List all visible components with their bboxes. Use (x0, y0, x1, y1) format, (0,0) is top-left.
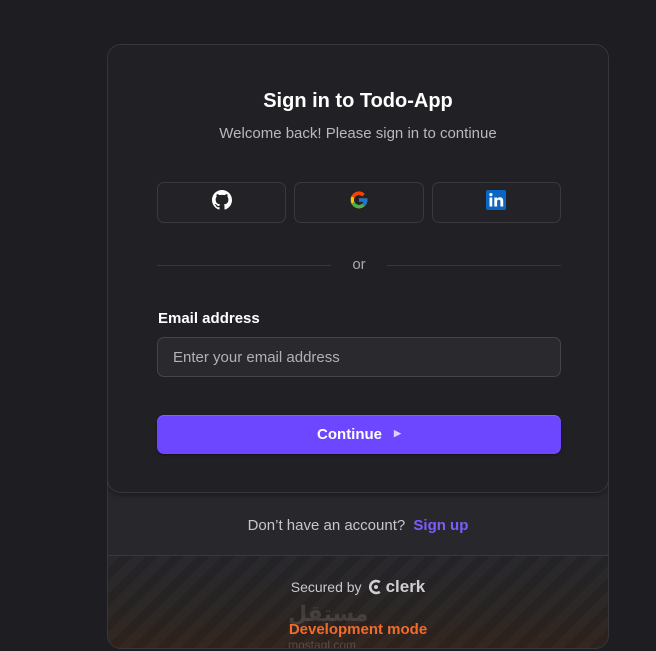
continue-label: Continue (317, 426, 383, 443)
clerk-logo[interactable]: clerk (368, 577, 426, 597)
divider-line-right (387, 265, 561, 266)
sign-in-panel: Sign in to Todo-App Welcome back! Please… (108, 45, 608, 493)
play-triangle-icon: ▶ (394, 428, 401, 438)
github-sign-in-button[interactable] (157, 182, 287, 223)
signup-row: Don’t have an account? Sign up (108, 517, 608, 534)
watermark-site: mostaql.com (288, 638, 357, 649)
page-title: Sign in to Todo-App (263, 90, 453, 112)
google-icon (349, 190, 369, 215)
dev-mode-badge: Development mode (288, 621, 428, 638)
clerk-icon (368, 579, 381, 595)
linkedin-icon (486, 190, 507, 215)
clerk-brand: clerk (385, 577, 426, 596)
google-sign-in-button[interactable] (294, 182, 424, 223)
signup-prompt: Don’t have an account? (247, 517, 406, 534)
footer: Secured by clerk مستقل Development mode … (108, 555, 608, 649)
github-icon (211, 190, 232, 215)
email-field[interactable] (157, 337, 561, 377)
email-label: Email address (158, 310, 260, 327)
secured-by: Secured by clerk (108, 577, 608, 597)
signup-link[interactable]: Sign up (413, 517, 468, 534)
linkedin-sign-in-button[interactable] (431, 182, 561, 223)
secured-by-label: Secured by (290, 579, 362, 595)
continue-button[interactable]: Continue ▶ (157, 415, 561, 454)
sign-in-card: Sign in to Todo-App Welcome back! Please… (107, 44, 609, 649)
social-login-row (157, 182, 561, 223)
or-divider: or (157, 256, 561, 274)
page-subtitle: Welcome back! Please sign in to continue (219, 125, 497, 142)
